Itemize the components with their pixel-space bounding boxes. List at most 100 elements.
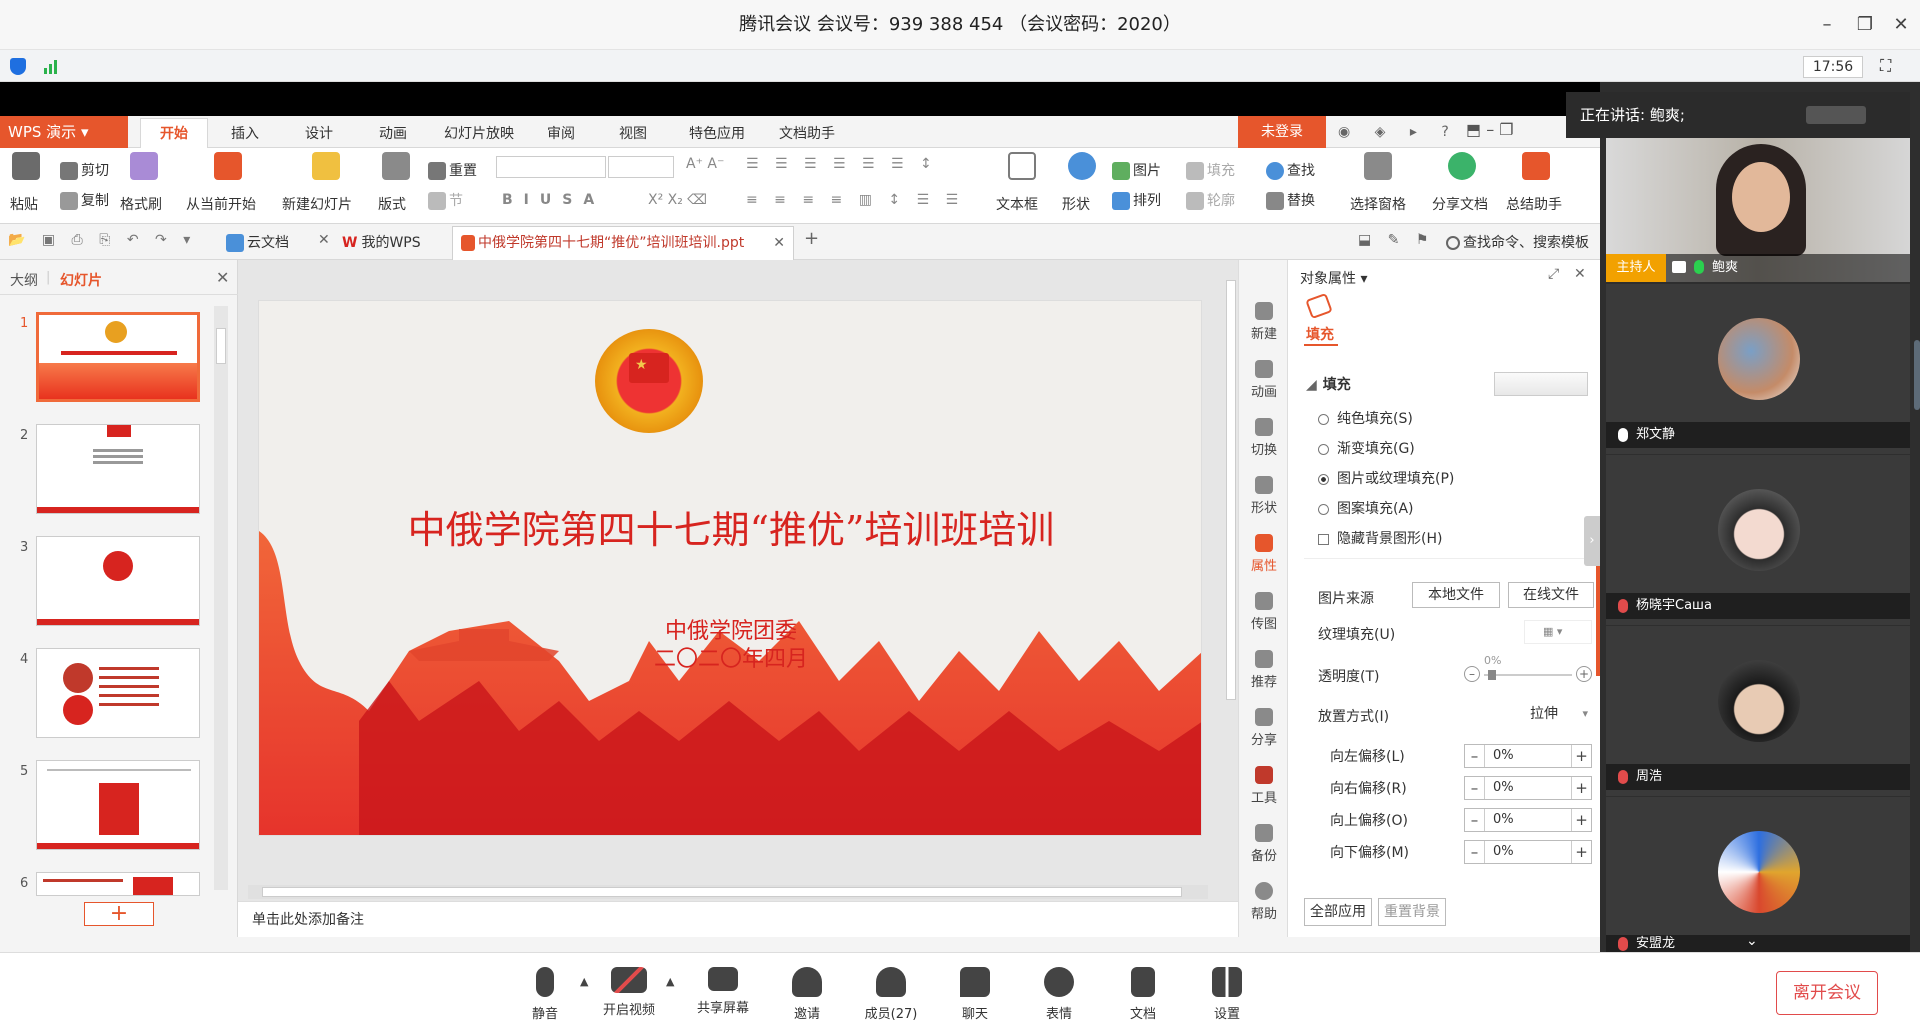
- arrange-button[interactable]: 排列: [1112, 190, 1161, 210]
- command-search[interactable]: 查找命令、搜索模板: [1446, 232, 1589, 252]
- play-from-current-icon[interactable]: [214, 152, 242, 180]
- offset-up-value[interactable]: 0%: [1493, 812, 1514, 827]
- reset-background-button[interactable]: 重置背景: [1378, 898, 1446, 926]
- picture-button[interactable]: 图片: [1112, 160, 1161, 180]
- login-button[interactable]: 未登录: [1238, 116, 1326, 148]
- tab-special[interactable]: 特色应用: [672, 116, 762, 148]
- strip-transition[interactable]: 切换: [1239, 418, 1289, 458]
- layout-button[interactable]: 版式: [378, 194, 406, 214]
- selection-pane-button[interactable]: 选择窗格: [1350, 194, 1406, 214]
- shield-icon[interactable]: [10, 58, 26, 75]
- members-button[interactable]: 成员(27): [856, 953, 926, 1034]
- strip-animation[interactable]: 动画: [1239, 360, 1289, 400]
- expand-panel-icon[interactable]: ›: [1584, 516, 1600, 566]
- font-size-select[interactable]: [608, 156, 674, 178]
- layout-icon[interactable]: [382, 152, 410, 180]
- collapse-list-icon[interactable]: ⌄: [1746, 933, 1758, 949]
- reset-button[interactable]: 重置: [428, 160, 477, 180]
- plus-icon[interactable]: +: [1571, 745, 1591, 767]
- video-options-icon[interactable]: ▲: [666, 975, 674, 988]
- pattern-fill-radio[interactable]: 图案填充(A): [1318, 498, 1414, 518]
- textbox-button[interactable]: 文本框: [996, 194, 1038, 214]
- font-name-select[interactable]: [496, 156, 606, 178]
- invite-button[interactable]: 邀请: [772, 953, 842, 1034]
- fill-preview[interactable]: [1494, 372, 1588, 396]
- close-panel-icon[interactable]: ✕: [1574, 266, 1586, 282]
- strip-properties[interactable]: 属性: [1239, 534, 1289, 574]
- mute-options-icon[interactable]: ▲: [580, 975, 588, 988]
- tab-design[interactable]: 设计: [288, 116, 350, 148]
- notes-area[interactable]: 单击此处添加备注: [238, 901, 1238, 937]
- strip-upload-picture[interactable]: 传图: [1239, 592, 1289, 632]
- restore-icon[interactable]: ❐: [1852, 12, 1878, 38]
- canvas-horizontal-scrollbar[interactable]: [248, 885, 1208, 899]
- minus-icon[interactable]: –: [1465, 841, 1485, 863]
- close-doc-tab-icon[interactable]: ✕: [773, 227, 785, 259]
- strip-help[interactable]: 帮助: [1239, 882, 1289, 922]
- online-file-button[interactable]: 在线文件: [1508, 582, 1594, 608]
- gradient-fill-radio[interactable]: 渐变填充(G): [1318, 438, 1415, 458]
- apply-all-button[interactable]: 全部应用: [1304, 898, 1372, 926]
- copy-button[interactable]: 复制: [60, 190, 109, 210]
- wps-window-icons[interactable]: ⬒ – ❐: [1466, 120, 1514, 139]
- offset-down-stepper[interactable]: –0% +: [1464, 840, 1592, 864]
- cut-button[interactable]: 剪切: [60, 160, 109, 180]
- settings-button[interactable]: 设置: [1192, 953, 1262, 1034]
- format-brush-icon[interactable]: [130, 152, 158, 180]
- slide-thumbnail-3[interactable]: [36, 536, 200, 626]
- doc-tools-icons[interactable]: ⬓ ✎ ⚑: [1358, 232, 1434, 248]
- participant-tile[interactable]: 安盟龙 ⌄: [1606, 797, 1910, 952]
- minimize-icon[interactable]: –: [1814, 12, 1840, 38]
- shape-button[interactable]: 形状: [1062, 194, 1090, 214]
- paste-icon[interactable]: [12, 152, 40, 180]
- hide-bg-checkbox[interactable]: 隐藏背景图形(H): [1318, 528, 1442, 548]
- minus-icon[interactable]: –: [1465, 745, 1485, 767]
- shape-icon[interactable]: [1068, 152, 1096, 180]
- share-screen-button[interactable]: 共享屏幕: [688, 953, 758, 1034]
- mywps-tab[interactable]: W 我的WPS: [342, 232, 421, 252]
- new-slide-button[interactable]: 新建幻灯片: [282, 194, 352, 214]
- fill-button[interactable]: 填充: [1186, 160, 1235, 180]
- participant-tile-host[interactable]: 主持人 鲍爽: [1606, 138, 1910, 282]
- offset-down-value[interactable]: 0%: [1493, 844, 1514, 859]
- tab-insert[interactable]: 插入: [214, 116, 276, 148]
- cloud-docs-tab[interactable]: 云文档: [226, 232, 289, 252]
- wps-logo-menu[interactable]: WPS 演示 ▾: [0, 116, 128, 148]
- leave-meeting-button[interactable]: 离开会议: [1776, 971, 1878, 1015]
- texture-select[interactable]: ▦ ▾: [1524, 620, 1592, 644]
- slider-thumb[interactable]: [1488, 670, 1496, 680]
- slide-thumbnail-2[interactable]: [36, 424, 200, 514]
- increase-icon[interactable]: +: [1576, 666, 1592, 682]
- decrease-icon[interactable]: –: [1464, 666, 1480, 682]
- pin-panel-icon[interactable]: ⤢: [1548, 266, 1559, 282]
- offset-left-value[interactable]: 0%: [1493, 748, 1514, 763]
- outline-button[interactable]: 轮廓: [1186, 190, 1235, 210]
- canvas-vertical-scrollbar[interactable]: [1224, 260, 1238, 880]
- font-style-icons[interactable]: BIUSA: [502, 192, 605, 208]
- tab-home[interactable]: 开始: [140, 118, 208, 149]
- section-button[interactable]: 节: [428, 190, 463, 210]
- add-slide-button[interactable]: +: [84, 902, 154, 926]
- find-button[interactable]: 查找: [1266, 160, 1315, 180]
- plus-icon[interactable]: +: [1571, 841, 1591, 863]
- slide-thumbnail-1[interactable]: [36, 312, 200, 402]
- paste-button[interactable]: 粘贴: [10, 194, 38, 214]
- video-button[interactable]: 开启视频: [594, 953, 664, 1034]
- emoji-button[interactable]: 表情: [1024, 953, 1094, 1034]
- quick-access-icons[interactable]: 📂 ▣ ⎙ ⎘ ↶ ↷ ▾: [8, 232, 196, 248]
- fullscreen-icon[interactable]: ⛶: [1880, 56, 1891, 76]
- slide-thumbnail-5[interactable]: [36, 760, 200, 850]
- chat-button[interactable]: 聊天: [940, 953, 1010, 1034]
- strip-new[interactable]: 新建: [1239, 302, 1289, 342]
- slides-tab[interactable]: 幻灯片: [60, 270, 102, 290]
- offset-right-value[interactable]: 0%: [1493, 780, 1514, 795]
- slide-thumbnail-4[interactable]: [36, 648, 200, 738]
- format-brush-button[interactable]: 格式刷: [120, 194, 162, 214]
- share-doc-button[interactable]: 分享文档: [1432, 194, 1488, 214]
- offset-left-stepper[interactable]: –0% +: [1464, 744, 1592, 768]
- tab-view[interactable]: 视图: [602, 116, 664, 148]
- replace-button[interactable]: 替换: [1266, 190, 1315, 210]
- offset-right-stepper[interactable]: –0% +: [1464, 776, 1592, 800]
- tab-slideshow[interactable]: 幻灯片放映: [434, 116, 524, 148]
- strip-recommend[interactable]: 推荐: [1239, 650, 1289, 690]
